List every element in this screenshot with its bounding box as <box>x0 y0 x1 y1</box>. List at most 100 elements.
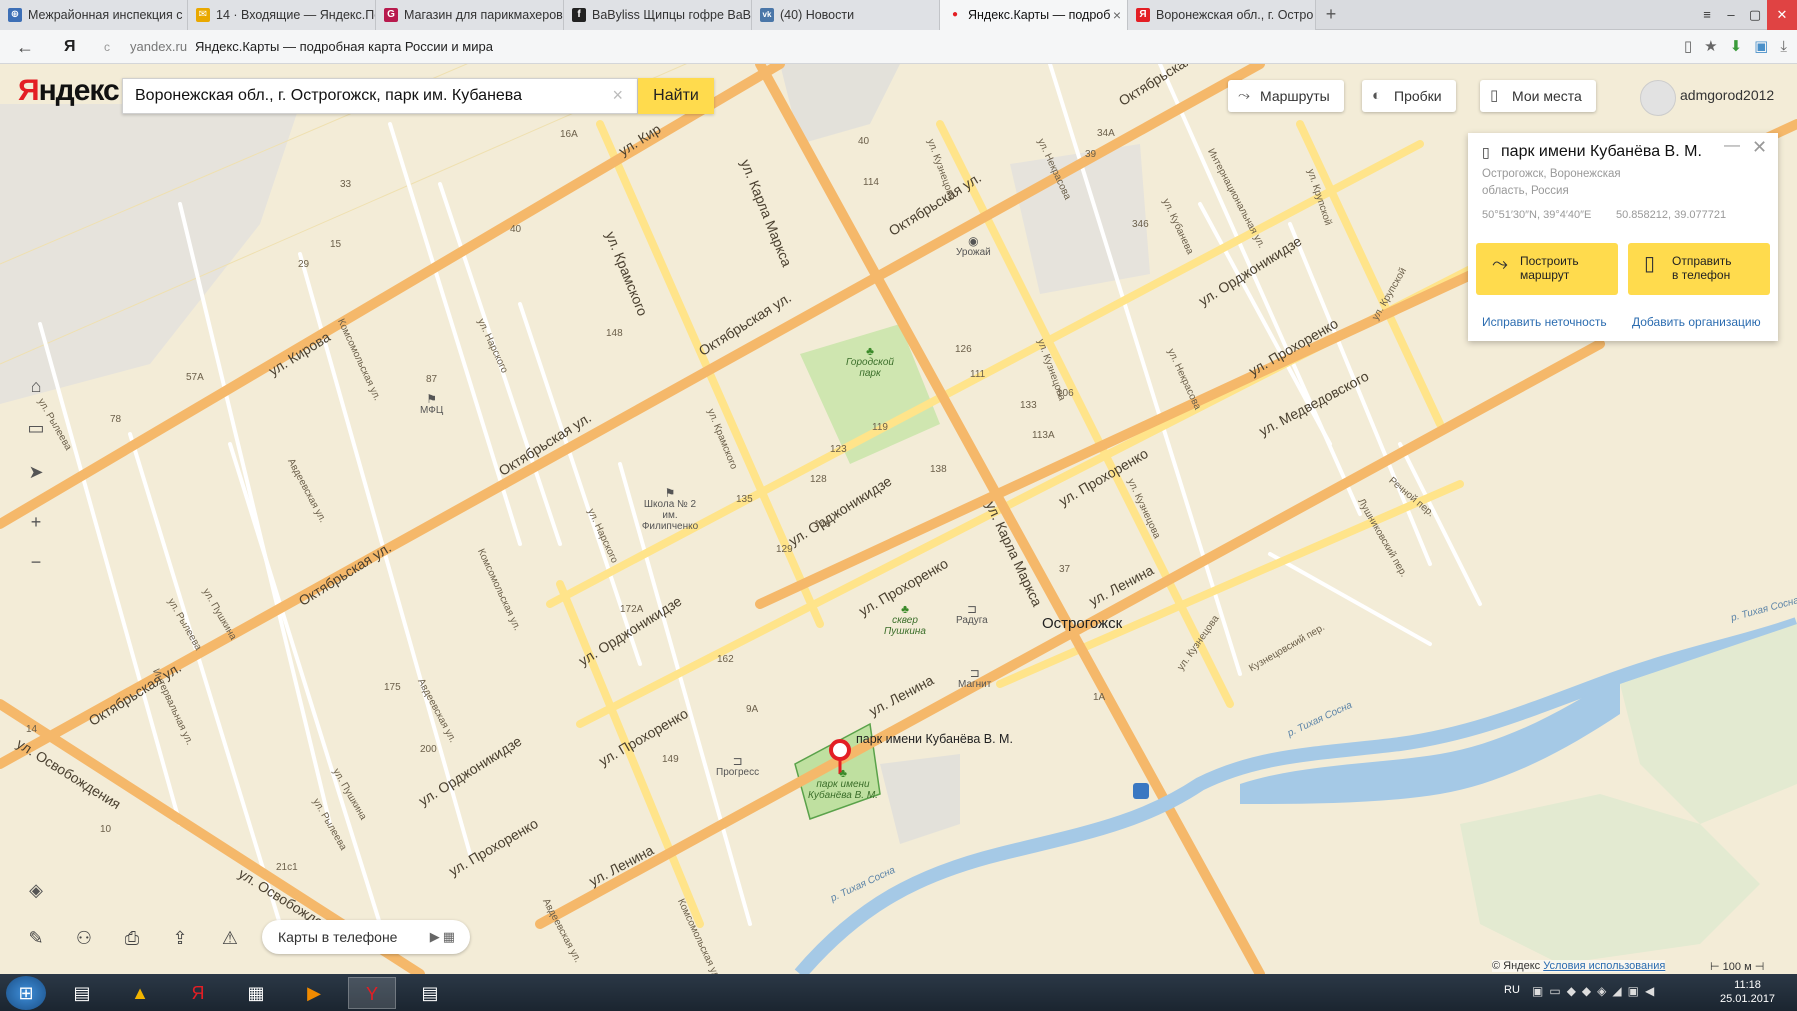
scale-bar: ⊢ 100 м ⊣ <box>1710 960 1764 973</box>
my-places-button[interactable]: ▯ Мои места <box>1480 80 1596 112</box>
tray-icon[interactable]: ◆ <box>1567 984 1582 998</box>
tray-icon[interactable]: ◢ <box>1612 984 1627 998</box>
traffic-button[interactable]: ◐ Пробки <box>1362 80 1456 112</box>
vk-icon: vk <box>760 8 774 22</box>
send-to-phone-button[interactable]: ▯ Отправить в телефон <box>1628 243 1770 295</box>
house-number: 175 <box>384 682 401 693</box>
fix-inaccuracy-link[interactable]: Исправить неточность <box>1482 315 1607 329</box>
language-indicator[interactable]: RU <box>1504 984 1520 996</box>
house-number: 162 <box>717 654 734 665</box>
browser-tab[interactable]: Я Воронежская обл., г. Остро <box>1128 0 1316 30</box>
zoom-in-icon[interactable]: + <box>20 506 52 538</box>
routes-button[interactable]: ⤳ Маршруты <box>1228 80 1344 112</box>
app-store-icons: ▶▦ <box>429 929 458 944</box>
house-number: 15 <box>330 239 342 250</box>
maximize-icon[interactable]: ▢ <box>1743 0 1767 30</box>
house-number: 40 <box>858 136 870 147</box>
menu-icon[interactable]: ≡ <box>1695 0 1719 30</box>
browser-tab-active[interactable]: ● Яндекс.Карты — подроб × <box>940 0 1128 30</box>
media-player-icon[interactable]: ▶ <box>290 977 338 1009</box>
browser-tab[interactable]: f BaByliss Щипцы гофре BaB <box>564 0 752 30</box>
print-icon[interactable]: ⎙ <box>116 922 148 954</box>
house-number: 114 <box>863 177 879 188</box>
poi-magnit[interactable]: ⊐ Магнит <box>958 667 991 690</box>
browser-tab[interactable]: vk (40) Новости <box>752 0 940 30</box>
file-explorer-icon[interactable]: ▤ <box>58 977 106 1009</box>
clock-time: 11:18 <box>1734 979 1761 991</box>
windows-start-icon[interactable]: ⊞ <box>6 976 46 1010</box>
browser-tab[interactable]: ✉ 14 · Входящие — Яндекс.По <box>188 0 376 30</box>
address-bar-actions: ▯ ★ ⬇ ▣ ⤓ <box>1684 30 1787 64</box>
address-domain[interactable]: yandex.ru <box>130 30 187 64</box>
card-address: Острогожск, Воронежская область, Россия <box>1482 166 1682 200</box>
locate-icon[interactable]: ➤ <box>20 456 52 488</box>
zoom-out-icon[interactable]: − <box>20 546 52 578</box>
card-coords-decimal[interactable]: 50.858212, 39.077721 <box>1616 209 1726 221</box>
avatar[interactable] <box>1640 80 1676 116</box>
poi-progress[interactable]: ⊐ Прогресс <box>716 755 759 778</box>
reader-icon[interactable]: ▯ <box>1684 30 1692 64</box>
close-card-icon[interactable]: ✕ <box>1752 137 1767 158</box>
tab-label: Воронежская обл., г. Остро <box>1156 8 1314 22</box>
scale-label: 100 м <box>1722 961 1752 973</box>
address-title[interactable]: Яндекс.Карты — подробная карта России и … <box>195 30 493 64</box>
house-number: 21с1 <box>276 862 298 873</box>
screenshot-icon[interactable]: ▣ <box>1754 30 1768 64</box>
build-route-button[interactable]: ⤳ Построить маршрут <box>1476 243 1618 295</box>
clear-search-icon[interactable]: × <box>612 85 623 106</box>
poi-city-park[interactable]: ♣ Городской парк <box>840 345 900 379</box>
app-icon[interactable]: ▦ <box>232 977 280 1009</box>
tray-icon[interactable]: ◈ <box>1597 984 1612 998</box>
username[interactable]: admgorod2012 <box>1680 87 1774 103</box>
yandex-browser-active-icon[interactable]: Y <box>348 977 396 1009</box>
mfc-icon: ⚑ <box>426 392 437 406</box>
briefcase-icon[interactable]: ▭ <box>20 412 52 444</box>
yandex-logo[interactable]: Яндекс <box>18 74 120 108</box>
search-button[interactable]: Найти <box>638 78 714 114</box>
tray-icon[interactable]: ▣ <box>1532 984 1549 998</box>
download-icon[interactable]: ⤓ <box>1780 30 1787 64</box>
new-tab-button[interactable]: + <box>1316 0 1346 29</box>
volume-icon[interactable]: ◀ <box>1645 984 1660 998</box>
tab-close-icon[interactable]: × <box>1113 0 1121 30</box>
yandex-browser-icon[interactable]: Я <box>174 977 222 1009</box>
poi-raduga[interactable]: ⊐ Радуга <box>956 603 988 626</box>
share-icon[interactable]: ⇪ <box>164 922 196 954</box>
back-arrow-icon[interactable]: ← <box>16 30 34 64</box>
notepad-icon[interactable]: ▤ <box>406 977 454 1009</box>
maps-in-phone-button[interactable]: Карты в телефоне ▶▦ <box>262 920 470 954</box>
poi-kubanev-park[interactable]: ♣ парк имени Кубанёва В. М. <box>808 766 878 801</box>
card-title: парк имени Кубанёва В. М. <box>1501 143 1702 160</box>
yandex-browser-icon[interactable]: Я <box>64 30 76 64</box>
reload-icon[interactable]: c <box>104 30 110 64</box>
warning-icon[interactable]: ⚠ <box>214 922 246 954</box>
browser-tab[interactable]: ⊕ Межрайонная инспекция с <box>0 0 188 30</box>
add-organization-link[interactable]: Добавить организацию <box>1632 315 1761 329</box>
avast-icon[interactable]: ▲ <box>116 977 164 1009</box>
park-icon: ♣ <box>839 766 847 780</box>
extension-icon[interactable]: ⬇ <box>1730 30 1743 64</box>
home-icon[interactable]: ⌂ <box>20 370 52 402</box>
layers-icon[interactable]: ◈ <box>20 874 52 906</box>
clock[interactable]: 11:18 25.01.2017 <box>1720 978 1775 1006</box>
search-input[interactable] <box>123 79 603 113</box>
poi-mfc[interactable]: ⚑ МФЦ <box>420 392 443 416</box>
tray-icon[interactable]: ◆ <box>1582 984 1597 998</box>
bookmark-icon[interactable]: ▯ <box>1482 144 1490 161</box>
network-icon[interactable]: ▣ <box>1628 984 1645 998</box>
browser-tab[interactable]: G Магазин для парикмахеров <box>376 0 564 30</box>
window-close-icon[interactable]: ✕ <box>1767 0 1797 30</box>
tab-label: Межрайонная инспекция с <box>28 8 183 22</box>
panorama-icon[interactable]: ⚇ <box>68 922 100 954</box>
ruler-icon[interactable]: ✎ <box>20 922 52 954</box>
poi-uroshay[interactable]: ◉ Урожай <box>956 235 991 258</box>
minimize-icon[interactable]: – <box>1719 0 1743 30</box>
poi-pushkin-square[interactable]: ♣ сквер Пушкина <box>878 603 932 637</box>
poi-school[interactable]: ⚑ Школа № 2 им. Филипченко <box>638 487 702 532</box>
minimize-card-icon[interactable]: — <box>1724 137 1740 155</box>
tab-label: (40) Новости <box>780 8 855 22</box>
tray-icon[interactable]: ▭ <box>1549 984 1566 998</box>
bookmark-star-icon[interactable]: ★ <box>1704 30 1717 64</box>
terms-link[interactable]: Условия использования <box>1543 960 1665 972</box>
marker-label[interactable]: парк имени Кубанёва В. М. <box>856 733 1013 746</box>
